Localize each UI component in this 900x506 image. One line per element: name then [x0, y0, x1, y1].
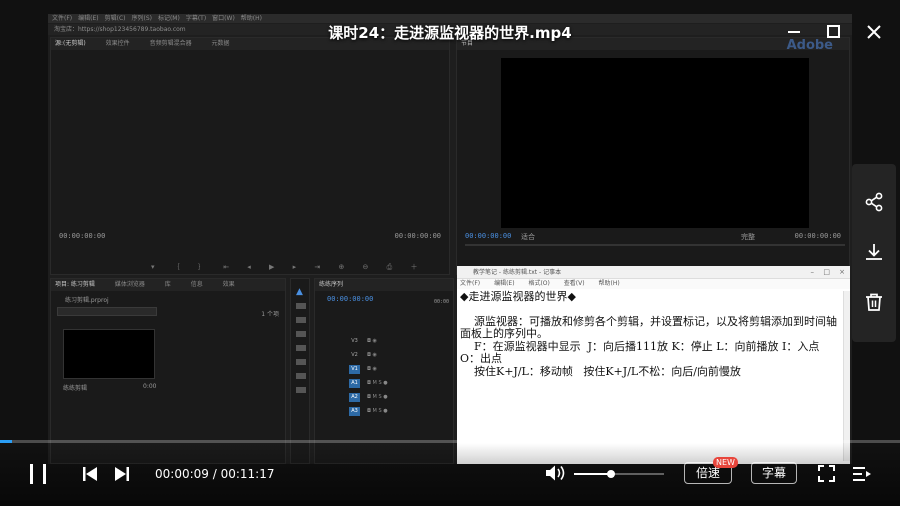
- notepad-text[interactable]: ◆走进源监视器的世界◆ 源监视器：可播放和修剪各个剪辑，并设置标记，以及将剪辑添…: [460, 290, 842, 378]
- track-a2[interactable]: A2: [349, 393, 360, 402]
- video-frame: 文件(F) 编辑(E) 剪辑(C) 序列(S) 标记(M) 字幕(T) 窗口(W…: [48, 14, 852, 464]
- notepad-minimize-icon[interactable]: –: [811, 266, 815, 279]
- track-toggles[interactable]: ◘ M S ●: [367, 408, 388, 414]
- notepad-menu-file[interactable]: 文件(F): [460, 280, 480, 287]
- track-toggles[interactable]: ◘ M S ●: [367, 394, 388, 400]
- tab-info[interactable]: 信息: [191, 281, 203, 288]
- track-select-tool-icon[interactable]: [296, 303, 306, 309]
- new-badge: NEW: [713, 457, 738, 468]
- pen-tool-icon[interactable]: [296, 359, 306, 365]
- volume-icon[interactable]: [545, 464, 567, 482]
- source-timecode: 00:00:00:00: [59, 232, 106, 240]
- notepad-maximize-icon[interactable]: □: [823, 266, 830, 279]
- notepad-close-icon[interactable]: ×: [839, 266, 845, 279]
- zoom-tool-icon[interactable]: [296, 387, 306, 393]
- time-separator: /: [208, 467, 221, 481]
- timeline-timecode: 00:00:00:00: [327, 295, 374, 303]
- pause-icon[interactable]: [28, 463, 48, 485]
- notepad-menu-view[interactable]: 查看(V): [564, 280, 585, 287]
- program-monitor-panel: 节目 Adobe 00:00:00:00 适合 完整 00:00:00:00: [456, 37, 850, 275]
- prev-icon[interactable]: [82, 467, 98, 481]
- clip-name: 练练剪辑: [63, 385, 88, 392]
- notepad-line-blank: [460, 304, 842, 316]
- maximize-icon[interactable]: [827, 25, 840, 38]
- slip-tool-icon[interactable]: [296, 345, 306, 351]
- program-video-screen: [501, 58, 809, 228]
- volume-fill: [574, 473, 611, 475]
- next-icon[interactable]: [114, 467, 130, 481]
- track-toggles[interactable]: ◘ M S ●: [367, 380, 388, 386]
- source-monitor-panel: 源:(无剪辑) 效果控件 音频剪辑混合器 元数据 00:00:00:00 00:…: [50, 37, 450, 275]
- delete-icon[interactable]: [864, 292, 884, 312]
- notepad-line-heading: ◆走进源监视器的世界◆: [460, 290, 576, 303]
- project-panel: 项目: 练习剪辑 媒体浏览器 库 信息 效果 练习剪辑.prproj 1 个项 …: [50, 278, 286, 464]
- track-a1[interactable]: A1: [349, 379, 360, 388]
- project-tabs: 项目: 练习剪辑 媒体浏览器 库 信息 效果: [51, 279, 285, 291]
- time-total: 00:11:17: [220, 467, 275, 481]
- tab-media-browser[interactable]: 媒体浏览器: [115, 281, 145, 288]
- notepad-title: 教学笔记 - 练练剪辑.txt - 记事本: [473, 269, 562, 276]
- track-toggles[interactable]: ◘ ◉: [367, 366, 377, 372]
- download-icon[interactable]: [864, 242, 884, 262]
- clip-duration: 0:00: [143, 383, 157, 390]
- selection-tool-icon[interactable]: ▲: [296, 287, 303, 297]
- video-player[interactable]: 文件(F) 编辑(E) 剪辑(C) 序列(S) 标记(M) 字幕(T) 窗口(W…: [0, 0, 900, 506]
- share-icon[interactable]: [864, 192, 884, 212]
- track-v3[interactable]: V3: [349, 337, 360, 346]
- playlist-icon[interactable]: [852, 466, 872, 482]
- timeline-tabs: 练练序列: [315, 279, 453, 291]
- tab-sequence[interactable]: 练练序列: [319, 281, 343, 288]
- project-file: 练习剪辑.prproj: [65, 297, 109, 304]
- control-bar: 00:00:09 / 00:11:17 倍速 NEW 字幕: [0, 443, 900, 506]
- notepad-line-frame-move: 按住K+J/L：移动帧 按住K+J/L不松：向后/向前慢放: [460, 364, 741, 378]
- tools-panel: ▲: [290, 278, 310, 464]
- source-duration: 00:00:00:00: [394, 232, 441, 240]
- notepad-titlebar: 教学笔记 - 练练剪辑.txt - 记事本 – □ ×: [457, 266, 850, 279]
- program-timecode: 00:00:00:00: [465, 232, 512, 240]
- tab-library[interactable]: 库: [165, 281, 171, 288]
- tab-effects[interactable]: 效果: [223, 281, 235, 288]
- track-a3[interactable]: A3: [349, 407, 360, 416]
- program-scrubber[interactable]: [465, 244, 845, 246]
- volume-slider[interactable]: [574, 470, 664, 478]
- project-search[interactable]: [57, 307, 157, 316]
- program-duration: 00:00:00:00: [794, 232, 841, 240]
- volume-knob[interactable]: [606, 470, 615, 478]
- video-title: 课时24：走进源监视器的世界.mp4: [328, 24, 572, 42]
- notepad-menu: 文件(F) 编辑(E) 格式(O) 查看(V) 帮助(H): [457, 279, 850, 289]
- clip-thumbnail[interactable]: [63, 329, 155, 379]
- time-display: 00:00:09 / 00:11:17: [155, 467, 274, 481]
- timeline-ruler: 00:00: [433, 299, 449, 305]
- minimize-icon[interactable]: [788, 30, 800, 34]
- track-v2[interactable]: V2: [349, 351, 360, 360]
- notepad-line-shortcuts: F：在源监视器中显示 J：向后播111放 K：停止 L：向前播放 I：入点 O：…: [460, 339, 823, 365]
- notepad-menu-help[interactable]: 帮助(H): [599, 280, 620, 287]
- notepad-line-definition: 源监视器：可播放和修剪各个剪辑，并设置标记，以及将剪辑添加到时间轴面板上的序列中…: [460, 314, 837, 340]
- razor-tool-icon[interactable]: [296, 331, 306, 337]
- track-v1[interactable]: V1: [349, 365, 360, 374]
- source-transport[interactable]: ▾ ｛ ｝ ⇤ ◂ ▶ ▸ ⇥ ⊕ ⊖ ⎙ ＋: [151, 262, 425, 272]
- time-current: 00:00:09: [155, 467, 209, 481]
- notepad-menu-edit[interactable]: 编辑(E): [494, 280, 514, 287]
- program-quality[interactable]: 完整: [741, 232, 755, 242]
- fullscreen-icon[interactable]: [818, 465, 835, 482]
- subtitle-button[interactable]: 字幕: [751, 462, 797, 484]
- tab-project[interactable]: 项目: 练习剪辑: [55, 281, 95, 288]
- program-fit[interactable]: 适合: [521, 232, 535, 242]
- notepad-scrollbar[interactable]: [843, 291, 850, 461]
- notepad-menu-format[interactable]: 格式(O): [528, 280, 549, 287]
- timeline-panel: 练练序列 00:00:00:00 00:00 V3 V2 V1 A1 A2 A3…: [314, 278, 454, 464]
- project-count: 1 个项: [261, 311, 279, 318]
- hand-tool-icon[interactable]: [296, 373, 306, 379]
- track-toggles[interactable]: ◘ ◉: [367, 338, 377, 344]
- ripple-tool-icon[interactable]: [296, 317, 306, 323]
- close-icon[interactable]: [867, 25, 881, 39]
- notepad-window: 教学笔记 - 练练剪辑.txt - 记事本 – □ × 文件(F) 编辑(E) …: [457, 266, 850, 464]
- side-action-bar: [852, 164, 896, 342]
- track-toggles[interactable]: ◘ ◉: [367, 352, 377, 358]
